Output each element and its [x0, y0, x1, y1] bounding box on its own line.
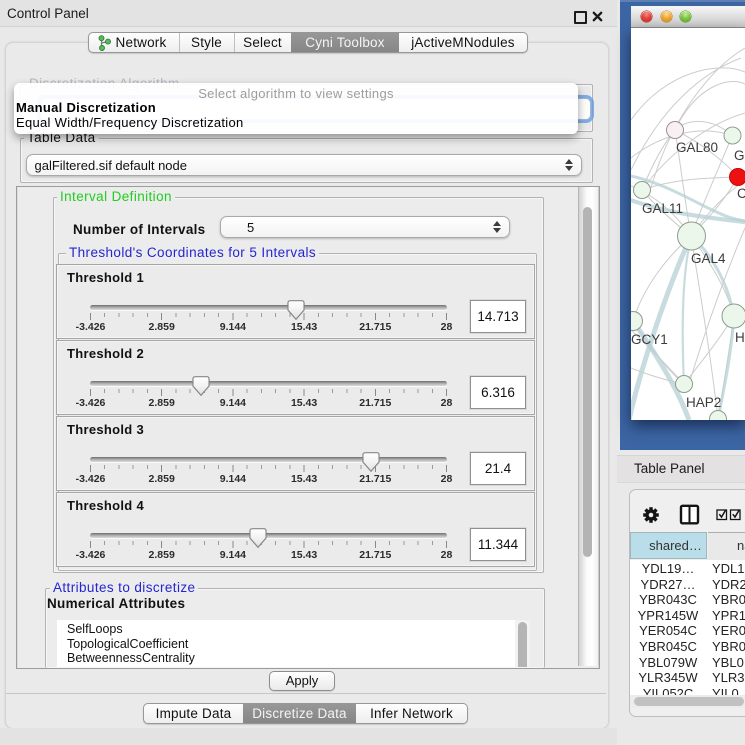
- svg-text:GAL11: GAL11: [642, 201, 683, 216]
- svg-text:G: G: [734, 148, 745, 163]
- svg-text:H: H: [735, 330, 745, 345]
- svg-text:C: C: [737, 186, 745, 201]
- svg-text:GCY1: GCY1: [631, 332, 668, 347]
- svg-text:GAL4: GAL4: [691, 251, 726, 266]
- svg-text:HAP2: HAP2: [686, 395, 721, 410]
- svg-text:GAL80: GAL80: [676, 140, 718, 155]
